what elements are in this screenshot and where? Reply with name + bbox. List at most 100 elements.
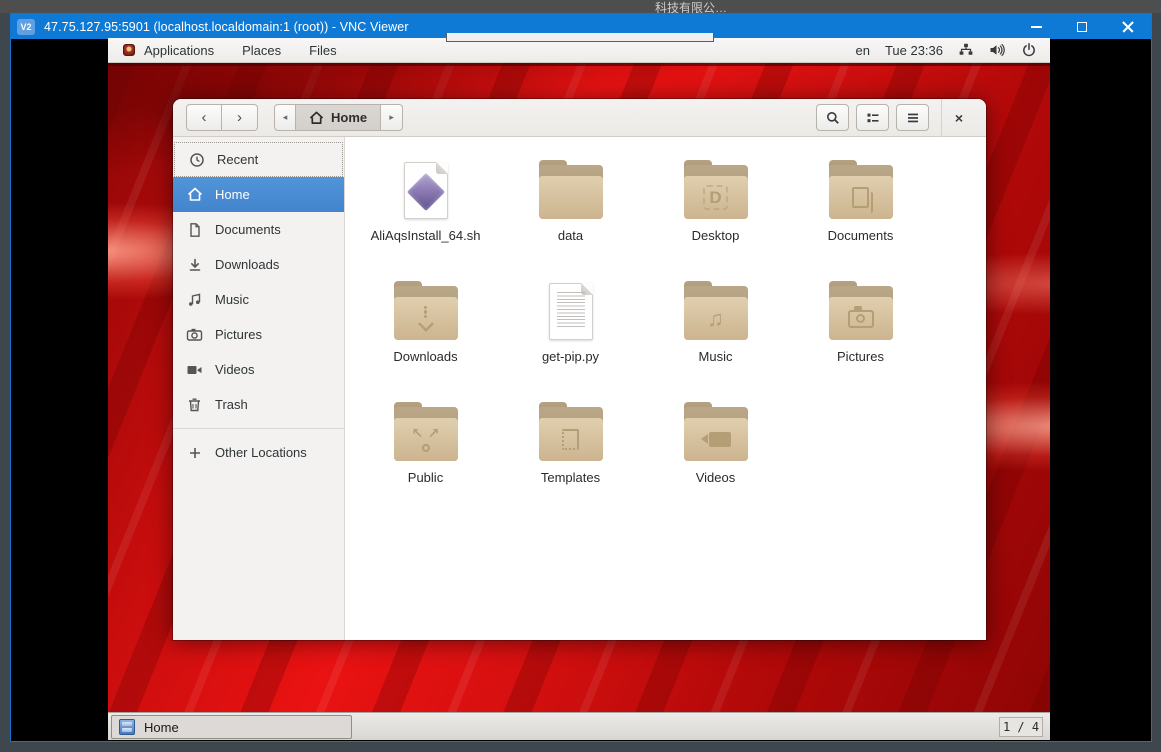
music-icon — [186, 292, 203, 308]
sidebar-item-downloads[interactable]: Downloads — [173, 247, 344, 282]
shell-script-icon — [404, 162, 448, 219]
sidebar-item-videos[interactable]: Videos — [173, 352, 344, 387]
window-close-button[interactable]: × — [942, 104, 976, 131]
keyboard-layout-indicator[interactable]: en — [855, 43, 869, 58]
trash-icon — [186, 397, 203, 413]
list-view-button[interactable] — [856, 104, 889, 131]
sidebar-item-documents[interactable]: Documents — [173, 212, 344, 247]
close-icon — [1122, 21, 1134, 33]
desktop-emblem-icon: D — [699, 186, 731, 210]
camera-emblem-icon — [848, 310, 874, 328]
file-name: Music — [699, 349, 733, 364]
sidebar-item-label: Downloads — [215, 257, 279, 272]
music-emblem-icon: ♫ — [707, 308, 724, 330]
sidebar-item-pictures[interactable]: Pictures — [173, 317, 344, 352]
forward-button[interactable]: › — [222, 104, 258, 131]
maximize-button[interactable] — [1059, 14, 1105, 39]
sidebar-item-recent[interactable]: Recent — [174, 142, 343, 177]
folder-icon — [539, 165, 603, 219]
file-name: data — [558, 228, 583, 243]
window-list-taskbar: Home 1 / 4 — [108, 712, 1050, 740]
folder-icon: ↖↗ — [394, 407, 458, 461]
close-button[interactable] — [1105, 14, 1151, 39]
menu-files[interactable]: Files — [309, 40, 350, 61]
volume-icon[interactable] — [989, 42, 1006, 58]
taskbar-window-label: Home — [144, 720, 179, 735]
camera-icon — [186, 327, 203, 342]
network-icon[interactable] — [958, 42, 974, 58]
breadcrumb-home-button[interactable]: Home — [296, 104, 381, 131]
folder-icon: ♫ — [684, 286, 748, 340]
file-list-area[interactable]: AliAqsInstall_64.sh data D Desktop Documents… — [345, 137, 986, 640]
back-button[interactable]: ‹ — [186, 104, 222, 131]
folder-icon — [829, 286, 893, 340]
file-item-get-pip-py[interactable]: get-pip.py — [498, 276, 643, 397]
file-item-music[interactable]: ♫ Music — [643, 276, 788, 397]
folder-icon — [684, 407, 748, 461]
sidebar-item-label: Home — [215, 187, 250, 202]
file-manager-toolbar: ‹ › ◂ Home ▸ — [173, 99, 986, 137]
folder-icon — [394, 286, 458, 340]
breadcrumb-label: Home — [331, 110, 367, 125]
file-item-templates[interactable]: Templates — [498, 397, 643, 518]
clock-icon — [188, 152, 205, 168]
folder-icon: D — [684, 165, 748, 219]
sidebar-item-label: Pictures — [215, 327, 262, 342]
workspace-indicator[interactable]: 1 / 4 — [999, 717, 1043, 737]
file-name: Desktop — [692, 228, 740, 243]
menu-places[interactable]: Places — [242, 40, 295, 61]
folder-icon — [539, 407, 603, 461]
file-name: get-pip.py — [542, 349, 599, 364]
template-emblem-icon — [562, 429, 579, 450]
document-icon — [186, 222, 203, 238]
sidebar-item-music[interactable]: Music — [173, 282, 344, 317]
sidebar-item-label: Videos — [215, 362, 255, 377]
file-name: Public — [408, 470, 443, 485]
taskbar-window-button[interactable]: Home — [111, 715, 352, 739]
file-item-desktop[interactable]: D Desktop — [643, 155, 788, 276]
menu-icon — [905, 110, 921, 126]
clock[interactable]: Tue 23:36 — [885, 43, 943, 58]
sidebar-item-label: Documents — [215, 222, 281, 237]
maximize-icon — [1077, 22, 1087, 32]
power-icon[interactable] — [1021, 42, 1037, 58]
vnc-logo-icon: V2 — [17, 19, 35, 35]
list-view-icon — [865, 110, 881, 126]
remote-desktop-screen: Applications Places Files en Tue 23:36 ‹ ›… — [108, 38, 1050, 740]
file-item-documents[interactable]: Documents — [788, 155, 933, 276]
plus-icon — [186, 446, 203, 460]
vnc-toolbar-tab[interactable] — [446, 33, 714, 42]
home-icon — [186, 187, 203, 202]
minimize-icon — [1031, 26, 1042, 28]
file-manager-window: ‹ › ◂ Home ▸ — [173, 99, 986, 640]
path-scroll-right-button[interactable]: ▸ — [381, 104, 403, 131]
file-item-public[interactable]: ↖↗ Public — [353, 397, 498, 518]
menu-applications[interactable]: Applications — [144, 40, 228, 61]
file-item-videos[interactable]: Videos — [643, 397, 788, 518]
menu-button[interactable] — [896, 104, 929, 131]
file-name: Documents — [828, 228, 894, 243]
search-button[interactable] — [816, 104, 849, 131]
sidebar-item-home[interactable]: Home — [173, 177, 344, 212]
background-window-titlebar: 科技有限公… — [0, 0, 1161, 13]
file-item-pictures[interactable]: Pictures — [788, 276, 933, 397]
file-item-downloads[interactable]: Downloads — [353, 276, 498, 397]
sidebar-item-label: Other Locations — [215, 445, 307, 460]
sidebar-item-trash[interactable]: Trash — [173, 387, 344, 422]
document-emblem-icon — [852, 187, 869, 208]
path-scroll-left-button[interactable]: ◂ — [274, 104, 296, 131]
file-name: Downloads — [393, 349, 457, 364]
sidebar-item-label: Music — [215, 292, 249, 307]
sidebar-item-label: Trash — [215, 397, 248, 412]
home-icon — [309, 111, 324, 125]
file-item-aliaqsinstall-64-sh[interactable]: AliAqsInstall_64.sh — [353, 155, 498, 276]
file-name: AliAqsInstall_64.sh — [371, 228, 481, 243]
file-manager-icon — [119, 719, 135, 735]
minimize-button[interactable] — [1013, 14, 1059, 39]
file-item-data[interactable]: data — [498, 155, 643, 276]
folder-icon — [829, 165, 893, 219]
places-sidebar: Recent Home Documents Downloads Music Picture… — [173, 137, 345, 640]
sidebar-item-other-locations[interactable]: Other Locations — [173, 435, 344, 470]
file-name: Videos — [696, 470, 736, 485]
video-icon — [186, 363, 203, 377]
